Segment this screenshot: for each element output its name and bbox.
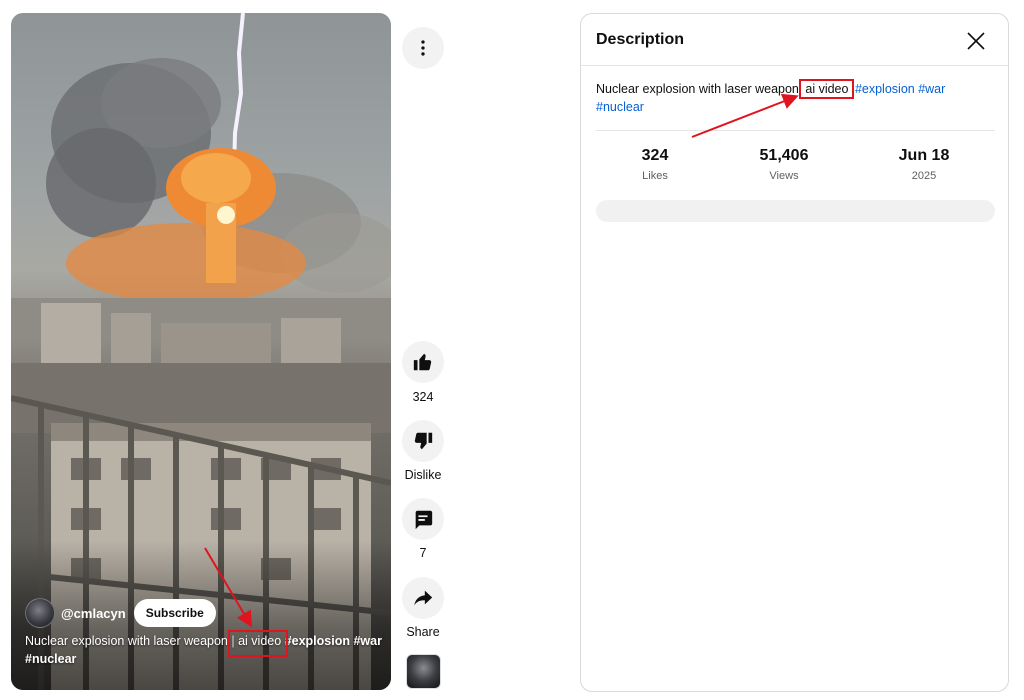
stat-views-value: 51,406 (759, 147, 809, 164)
share-label: Share (406, 625, 440, 639)
share-icon (414, 590, 433, 606)
close-button[interactable] (961, 26, 991, 56)
annotation-box-video (228, 630, 288, 657)
dislike-label: Dislike (404, 468, 442, 482)
comment-icon (415, 510, 433, 530)
stat-likes-label: Likes (642, 170, 668, 182)
video-hashtag-explosion[interactable]: #explosion (285, 634, 350, 648)
panel-desc-highlight: ai video (799, 79, 855, 99)
panel-header-divider (581, 65, 1008, 66)
comment-count: 7 (419, 546, 427, 560)
stat-likes: 324 Likes (595, 147, 715, 182)
description-panel: Description Nuclear explosion with laser… (580, 13, 1009, 692)
more-options-button[interactable] (402, 27, 444, 69)
video-description[interactable]: Nuclear explosion with laser weapon | ai… (25, 632, 385, 668)
thumb-down-icon (414, 432, 433, 450)
subscribe-button[interactable]: Subscribe (133, 599, 216, 627)
stat-date-year: 2025 (911, 170, 937, 182)
dislike-button[interactable] (402, 420, 444, 462)
like-button[interactable] (402, 341, 444, 383)
stat-likes-value: 324 (641, 147, 669, 164)
panel-hashtag-war[interactable]: #war (918, 82, 945, 96)
panel-hashtag-nuclear[interactable]: #nuclear (596, 100, 644, 114)
stat-date-value: Jun 18 (898, 147, 950, 164)
thumb-up-icon (413, 353, 432, 371)
panel-description: Nuclear explosion with laser weapon ai v… (596, 79, 976, 116)
stat-date: Jun 18 2025 (864, 147, 984, 182)
stat-views-label: Views (769, 170, 799, 182)
panel-hashtag-explosion[interactable]: #explosion (855, 82, 915, 96)
more-vert-icon (421, 40, 425, 56)
channel-avatar[interactable] (25, 598, 55, 628)
video-player[interactable]: @cmlacyn Subscribe Nuclear explosion wit… (11, 13, 391, 690)
sound-thumbnail[interactable] (406, 654, 441, 689)
loading-placeholder (596, 200, 995, 222)
stats-divider (596, 130, 995, 131)
panel-desc-text: Nuclear explosion with laser weapon (596, 82, 799, 96)
close-icon (967, 32, 985, 50)
video-desc-text: Nuclear explosion with laser weapon (25, 634, 228, 648)
comments-button[interactable] (402, 498, 444, 540)
channel-row: @cmlacyn Subscribe (25, 598, 216, 628)
share-button[interactable] (402, 577, 444, 619)
stat-views: 51,406 Views (724, 147, 844, 182)
panel-title: Description (596, 31, 685, 48)
like-count: 324 (412, 390, 434, 404)
video-hashtag-nuclear[interactable]: #nuclear (25, 652, 76, 666)
video-hashtag-war[interactable]: #war (353, 634, 382, 648)
channel-handle[interactable]: @cmlacyn (61, 606, 126, 621)
